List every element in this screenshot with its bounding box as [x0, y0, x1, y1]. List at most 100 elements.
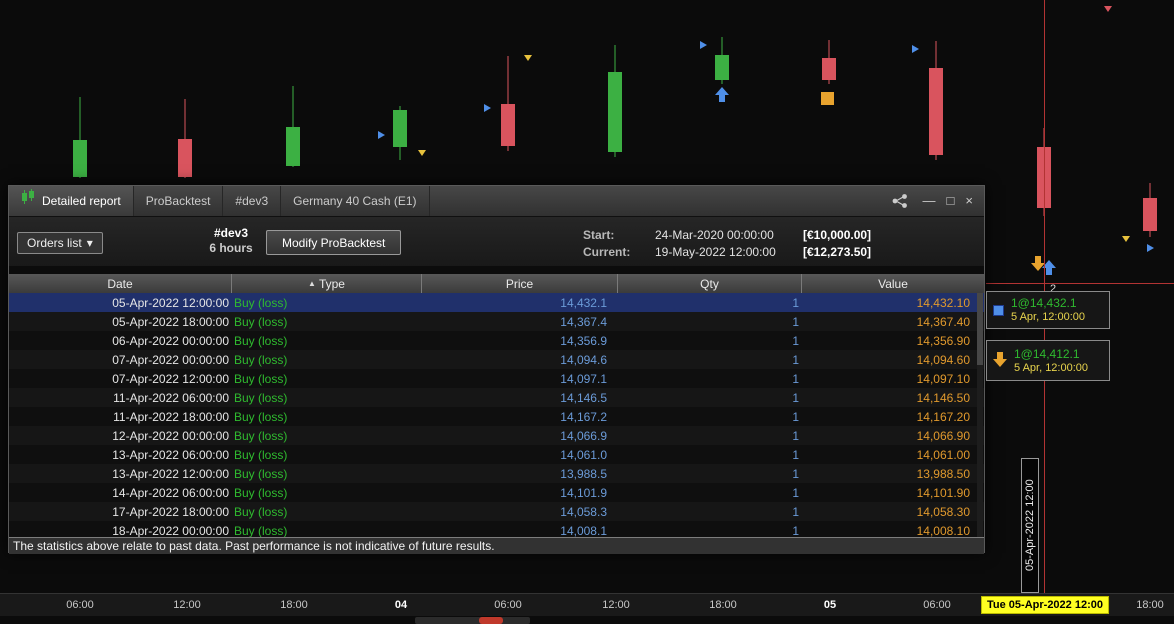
candle-body	[178, 139, 192, 177]
order-type: Buy (loss)	[234, 371, 288, 386]
buy-signal-icon	[378, 131, 385, 139]
session-info: Start: 24-Mar-2020 00:00:00 [€10,000.00]…	[583, 228, 871, 259]
candle-body	[822, 58, 836, 80]
order-type: Buy (loss)	[234, 523, 288, 538]
scrollbar-thumb[interactable]	[977, 293, 983, 365]
order-row[interactable]: 13-Apr-2022 06:00:00 Buy (loss) 14,061.0 1 1…	[9, 445, 984, 464]
axis-time-label: 06:00	[923, 599, 951, 611]
tooltip-order-time: 5 Apr, 12:00:00	[1014, 361, 1089, 374]
order-date: 14-Apr-2022 06:00:00	[112, 485, 229, 500]
tab-detailed-report[interactable]: Detailed report	[9, 186, 134, 216]
order-price: 14,058.3	[560, 504, 607, 519]
axis-time-label: 12:00	[173, 599, 201, 611]
tooltip-order-time: 5 Apr, 12:00:00	[1011, 311, 1086, 323]
tab-instrument[interactable]: Germany 40 Cash (E1)	[281, 186, 430, 216]
panel-gap	[9, 266, 984, 274]
order-tooltip-entry: 1@14,432.1 5 Apr, 12:00:00	[986, 291, 1110, 329]
candle-body	[393, 110, 407, 147]
order-value: 14,367.40	[916, 314, 970, 329]
order-type: Buy (loss)	[234, 447, 288, 462]
candle-body	[608, 72, 622, 152]
order-type: Buy (loss)	[234, 295, 288, 310]
candle-body	[286, 127, 300, 166]
order-qty: 1	[792, 447, 799, 462]
order-date: 07-Apr-2022 12:00:00	[112, 371, 229, 386]
share-icon[interactable]	[891, 194, 909, 208]
crosshair-horizontal-line	[986, 283, 1174, 284]
tab-strategy[interactable]: #dev3	[223, 186, 282, 216]
order-price: 14,066.9	[560, 428, 607, 443]
order-date: 07-Apr-2022 00:00:00	[112, 352, 229, 367]
order-date: 13-Apr-2022 12:00:00	[112, 466, 229, 481]
axis-time-label: 06:00	[66, 599, 94, 611]
column-header-date[interactable]: Date	[9, 274, 231, 293]
order-qty: 1	[792, 504, 799, 519]
current-equity: [€12,273.50]	[803, 245, 872, 259]
order-price: 14,008.1	[560, 523, 607, 538]
column-header-price[interactable]: Price	[421, 274, 617, 293]
order-type: Buy (loss)	[234, 333, 288, 348]
order-value: 14,356.90	[916, 333, 970, 348]
table-scrollbar[interactable]	[977, 293, 983, 537]
position-square-icon	[993, 304, 1004, 316]
order-row[interactable]: 07-Apr-2022 12:00:00 Buy (loss) 14,097.1 1 1…	[9, 369, 984, 388]
candle-body	[1143, 198, 1157, 231]
order-price: 14,097.1	[560, 371, 607, 386]
order-tooltip-exit: 1@14,412.1 5 Apr, 12:00:00	[986, 340, 1110, 381]
sell-signal-icon	[1122, 236, 1130, 242]
order-row[interactable]: 06-Apr-2022 00:00:00 Buy (loss) 14,356.9 1 1…	[9, 331, 984, 350]
order-row[interactable]: 07-Apr-2022 00:00:00 Buy (loss) 14,094.6 1 1…	[9, 350, 984, 369]
down-arrow-icon	[1031, 256, 1045, 271]
app-logo-icon	[21, 186, 35, 216]
order-row[interactable]: 14-Apr-2022 06:00:00 Buy (loss) 14,101.9 1 1…	[9, 483, 984, 502]
axis-time-label: 18:00	[280, 599, 308, 611]
titlebar[interactable]: Detailed report ProBacktest #dev3 German…	[9, 186, 984, 216]
detailed-report-window[interactable]: Detailed report ProBacktest #dev3 German…	[8, 185, 985, 554]
column-header-value[interactable]: Value	[801, 274, 984, 293]
order-row[interactable]: 13-Apr-2022 12:00:00 Buy (loss) 13,988.5 1 1…	[9, 464, 984, 483]
order-type: Buy (loss)	[234, 466, 288, 481]
orders-table-body[interactable]: 05-Apr-2022 12:00:00 Buy (loss) 14,432.1 1 1…	[9, 293, 984, 537]
order-price: 14,061.0	[560, 447, 607, 462]
order-type: Buy (loss)	[234, 409, 288, 424]
order-qty: 1	[792, 352, 799, 367]
orders-list-dropdown[interactable]: Orders list ▾	[17, 232, 103, 254]
order-qty: 1	[792, 485, 799, 500]
minimize-button[interactable]: —	[923, 186, 936, 216]
position-square-icon	[821, 92, 834, 105]
order-type: Buy (loss)	[234, 428, 288, 443]
axis-time-label: 18:00	[1136, 599, 1164, 611]
order-row[interactable]: 05-Apr-2022 12:00:00 Buy (loss) 14,432.1 1 1…	[9, 293, 984, 312]
down-arrow-icon	[993, 351, 1007, 370]
order-row[interactable]: 11-Apr-2022 06:00:00 Buy (loss) 14,146.5 1 1…	[9, 388, 984, 407]
order-row[interactable]: 05-Apr-2022 18:00:00 Buy (loss) 14,367.4 1 1…	[9, 312, 984, 331]
order-price: 14,101.9	[560, 485, 607, 500]
order-value: 14,432.10	[916, 295, 970, 310]
order-date: 17-Apr-2022 18:00:00	[112, 504, 229, 519]
order-row[interactable]: 11-Apr-2022 18:00:00 Buy (loss) 14,167.2 1 1…	[9, 407, 984, 426]
column-header-type[interactable]: ▲ Type	[231, 274, 421, 293]
time-axis[interactable]: 06:00 12:00 18:00 04 06:00 12:00 18:00 05 06:00 T…	[0, 593, 1174, 616]
tab-probacktest[interactable]: ProBacktest	[134, 186, 224, 216]
order-row[interactable]: 17-Apr-2022 18:00:00 Buy (loss) 14,058.3 1 1…	[9, 502, 984, 521]
order-value: 14,008.10	[916, 523, 970, 538]
candle-body	[501, 104, 515, 146]
order-date: 18-Apr-2022 00:00:00	[112, 523, 229, 538]
order-price: 14,094.6	[560, 352, 607, 367]
close-button[interactable]: ×	[965, 186, 973, 216]
order-qty: 1	[792, 314, 799, 329]
order-row[interactable]: 18-Apr-2022 00:00:00 Buy (loss) 14,008.1 1 1…	[9, 521, 984, 537]
report-toolbar: Orders list ▾ #dev3 6 hours Modify ProBa…	[9, 216, 984, 266]
column-header-qty[interactable]: Qty	[617, 274, 801, 293]
axis-time-label: 04	[394, 599, 408, 611]
modify-probacktest-button[interactable]: Modify ProBacktest	[266, 230, 402, 255]
order-row[interactable]: 12-Apr-2022 00:00:00 Buy (loss) 14,066.9 1 1…	[9, 426, 984, 445]
maximize-button[interactable]: □	[947, 186, 955, 216]
order-date: 12-Apr-2022 00:00:00	[112, 428, 229, 443]
tab-label: #dev3	[235, 194, 269, 208]
order-type: Buy (loss)	[234, 314, 288, 329]
candle-body	[715, 55, 729, 80]
taskbar-item	[415, 617, 530, 624]
start-label: Start:	[583, 228, 615, 242]
order-type: Buy (loss)	[234, 485, 288, 500]
